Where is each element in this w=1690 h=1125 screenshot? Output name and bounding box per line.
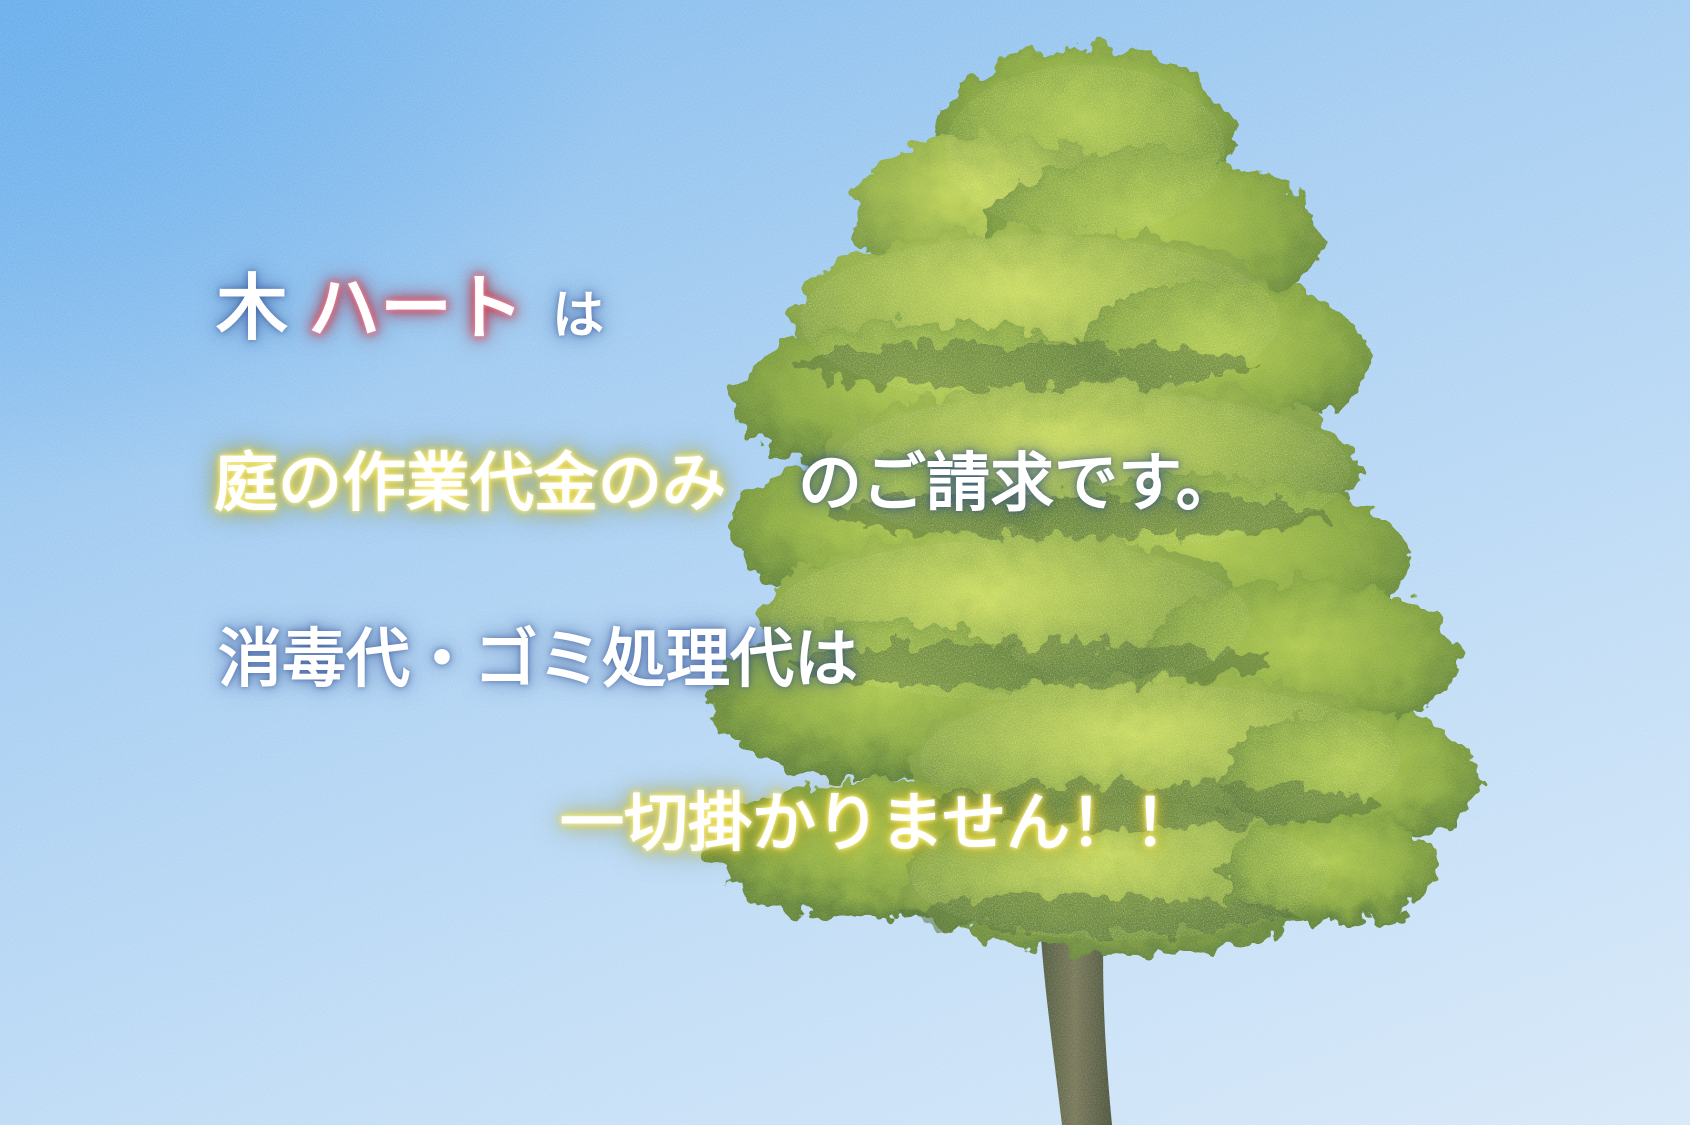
headline-tree-char: 木	[216, 266, 289, 350]
fees-line: 消毒代・ゴミ処理代は	[218, 623, 858, 697]
no-charge-line: 一切掛かりません！！	[560, 787, 1199, 861]
pricing-line: 庭の作業代金のみ のご請求です。	[214, 452, 1240, 516]
tree-illustration	[710, 45, 1480, 1125]
headline-particle: は	[552, 286, 605, 346]
headline: 木ハートは	[216, 272, 604, 344]
hero-banner: 木ハートは 庭の作業代金のみ のご請求です。 消毒代・ゴミ処理代は 一切掛かりませ…	[0, 0, 1690, 1125]
headline-brand-heart: ハート	[308, 266, 525, 350]
pricing-rest: のご請求です。	[798, 447, 1240, 521]
pricing-highlight: 庭の作業代金のみ	[214, 447, 726, 521]
